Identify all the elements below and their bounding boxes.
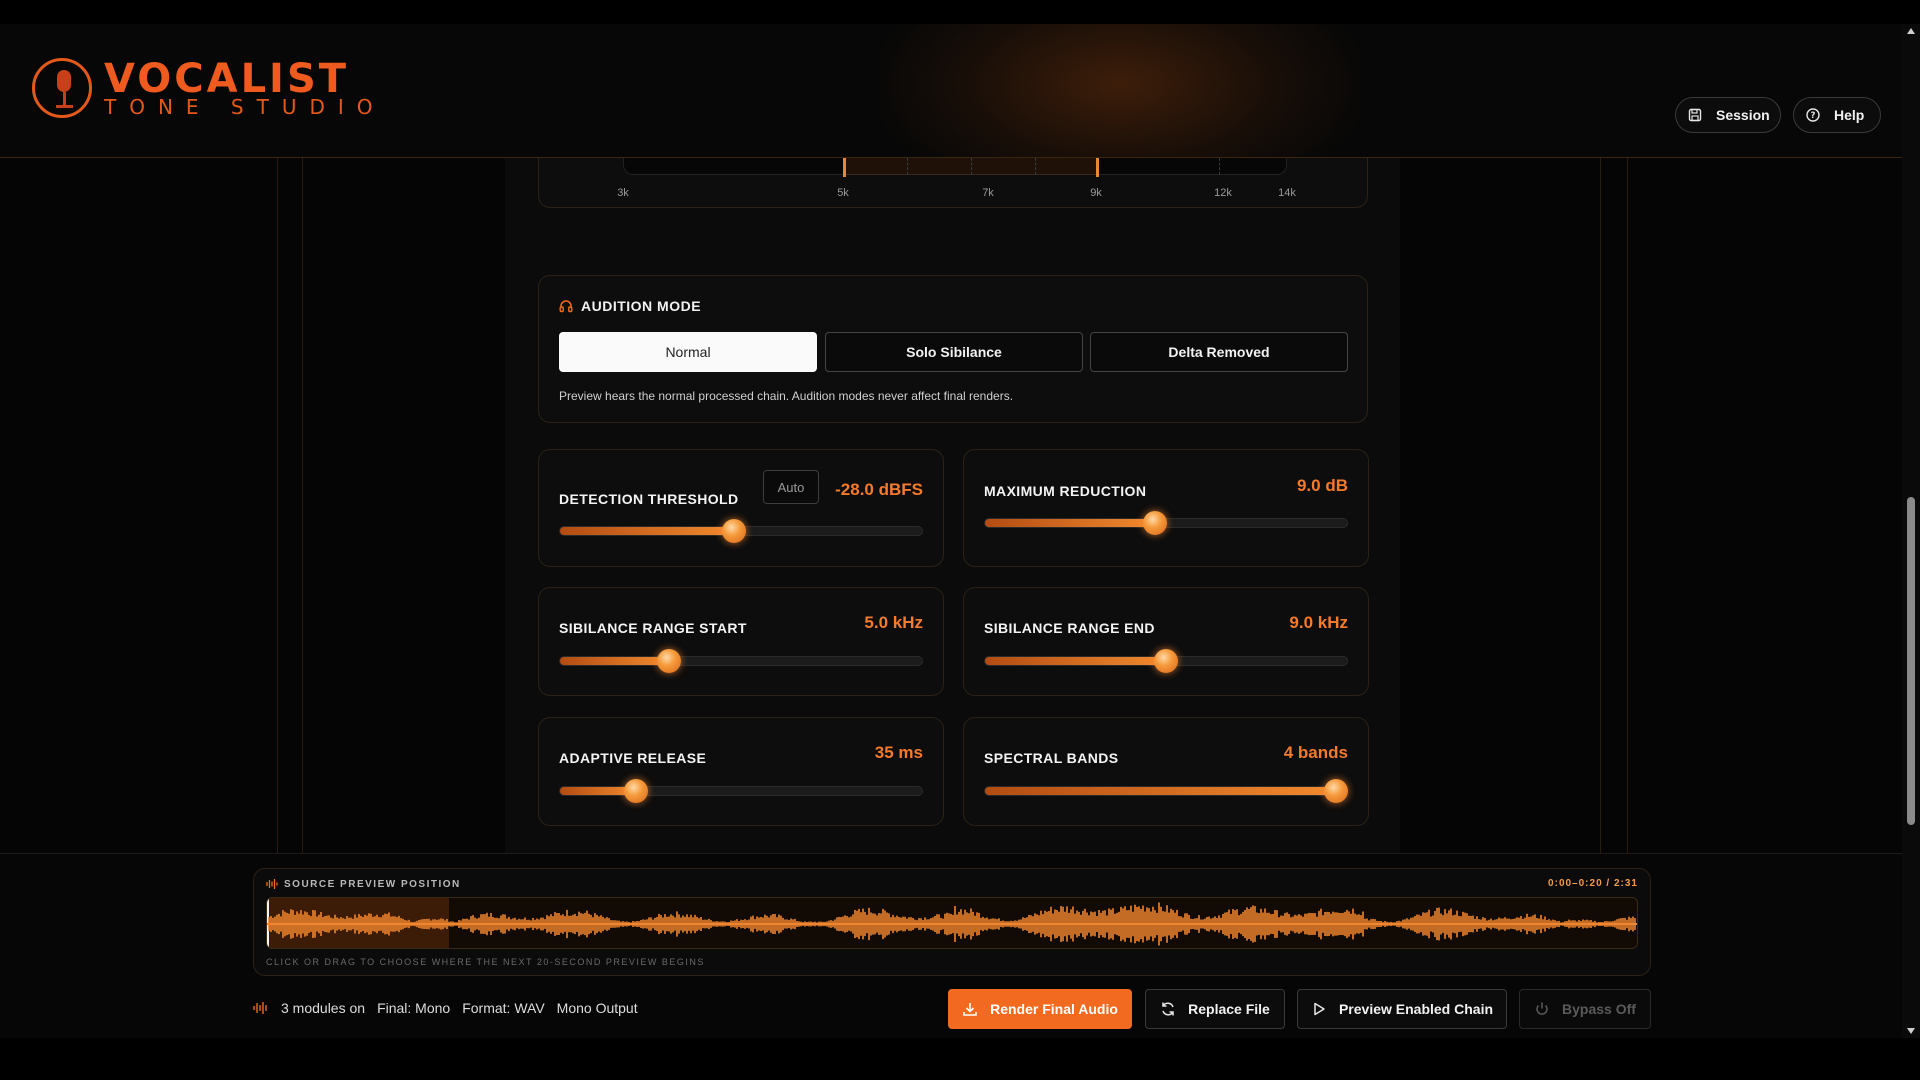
maximum-reduction-card: MAXIMUM REDUCTION 9.0 dB — [963, 449, 1369, 567]
range-end-slider[interactable] — [984, 649, 1348, 673]
audition-mode-card: AUDITION MODE Normal Solo Sibilance Delt… — [538, 275, 1368, 423]
bypass-toggle-button[interactable]: Bypass Off — [1519, 989, 1651, 1029]
sibilance-range-start-card: SIBILANCE RANGE START 5.0 kHz — [538, 587, 944, 696]
preview-enabled-chain-button[interactable]: Preview Enabled Chain — [1297, 989, 1507, 1029]
adaptive-release-card: ADAPTIVE RELEASE 35 ms — [538, 717, 944, 826]
help-circle-icon: ? — [1806, 108, 1820, 122]
range-start-marker[interactable] — [843, 158, 846, 177]
band-divider — [1219, 158, 1220, 175]
waveform-scrubber[interactable] — [266, 897, 1638, 949]
range-start-value: 5.0 kHz — [864, 613, 923, 632]
spectral-bands-slider[interactable] — [984, 779, 1349, 803]
range-start-label: SIBILANCE RANGE START — [559, 620, 747, 636]
spectral-bands-value: 4 bands — [1283, 743, 1348, 762]
adaptive-release-label: ADAPTIVE RELEASE — [559, 750, 707, 766]
bottom-dock: SOURCE PREVIEW POSITION 0:00–0:20 / 2:31… — [0, 853, 1902, 1038]
scroll-down-arrow[interactable] — [1907, 1028, 1915, 1034]
scroll-up-arrow[interactable] — [1907, 28, 1915, 34]
frequency-tick-label: 5k — [837, 187, 849, 199]
source-preview-card: SOURCE PREVIEW POSITION 0:00–0:20 / 2:31… — [253, 868, 1651, 976]
headphones-icon — [559, 299, 573, 313]
sibilance-range-end-card: SIBILANCE RANGE END 9.0 kHz — [963, 587, 1369, 696]
power-icon — [1534, 1001, 1550, 1017]
preview-time: 0:00–0:20 / 2:31 — [1548, 878, 1638, 889]
refresh-icon — [1160, 1001, 1176, 1017]
microphone-icon — [32, 58, 92, 118]
slider-thumb[interactable] — [656, 649, 681, 673]
logo: VOCALIST TONE STUDIO — [32, 56, 386, 120]
preview-hint: CLICK OR DRAG TO CHOOSE WHERE THE NEXT 2… — [266, 957, 705, 967]
help-button[interactable]: ? Help — [1793, 97, 1881, 133]
adaptive-release-slider[interactable] — [559, 779, 923, 803]
help-label: Help — [1834, 107, 1865, 123]
app-header: VOCALIST TONE STUDIO Session ? Help — [0, 24, 1902, 158]
output-channels: Mono Output — [556, 1000, 638, 1016]
svg-text:?: ? — [1811, 111, 1816, 121]
final-mode: Final: Mono — [377, 1000, 451, 1016]
slider-thumb[interactable] — [1324, 779, 1349, 803]
maximum-reduction-slider[interactable] — [984, 511, 1348, 535]
audition-option-normal[interactable]: Normal — [559, 332, 817, 372]
waveform-icon — [266, 878, 278, 890]
header-glow — [880, 24, 1360, 157]
vertical-scrollbar[interactable] — [1902, 24, 1920, 1038]
frequency-range-card: 3k 5k 7k 9k 12k 14k — [538, 158, 1368, 208]
frequency-tick-label: 9k — [1090, 187, 1102, 199]
maximum-reduction-label: MAXIMUM REDUCTION — [984, 483, 1147, 499]
audition-option-solo-sibilance[interactable]: Solo Sibilance — [825, 332, 1083, 372]
save-icon — [1688, 108, 1702, 122]
audition-note: Preview hears the normal processed chain… — [559, 389, 1014, 403]
status-bar: 3 modules on Final: Mono Format: WAV Mon… — [253, 1000, 650, 1016]
session-button[interactable]: Session — [1675, 97, 1781, 133]
column-divider — [1627, 158, 1628, 853]
range-start-slider[interactable] — [559, 649, 923, 673]
logo-subtitle: TONE STUDIO — [104, 95, 386, 119]
session-label: Session — [1716, 107, 1770, 123]
render-final-audio-button[interactable]: Render Final Audio — [948, 989, 1132, 1029]
top-letterbox — [0, 0, 1920, 24]
output-format: Format: WAV — [462, 1000, 545, 1016]
range-end-label: SIBILANCE RANGE END — [984, 620, 1155, 636]
adaptive-release-value: 35 ms — [874, 743, 923, 762]
audition-option-delta-removed[interactable]: Delta Removed — [1090, 332, 1348, 372]
band-divider — [907, 158, 908, 175]
waveform-status-icon — [253, 1001, 269, 1015]
range-end-value: 9.0 kHz — [1289, 613, 1348, 632]
column-divider — [302, 158, 303, 853]
scroll-thumb[interactable] — [1907, 497, 1915, 825]
band-divider — [1035, 158, 1036, 175]
slider-thumb[interactable] — [1143, 511, 1168, 535]
range-end-marker[interactable] — [1096, 158, 1099, 177]
waveform-graphic — [267, 902, 1637, 946]
frequency-tick-label: 7k — [982, 187, 994, 199]
detection-threshold-slider[interactable] — [559, 519, 923, 543]
maximum-reduction-value: 9.0 dB — [1296, 476, 1348, 495]
band-divider — [971, 158, 972, 175]
frequency-tick-label: 3k — [617, 187, 629, 199]
frequency-tick-label: 14k — [1278, 187, 1296, 199]
column-divider — [277, 158, 278, 853]
main-scroll-area[interactable]: 3k 5k 7k 9k 12k 14k AUDITION MODE Normal Solo… — [0, 158, 1902, 853]
frequency-tick-label: 12k — [1214, 187, 1232, 199]
frequency-plot[interactable] — [623, 158, 1287, 177]
detection-threshold-label: DETECTION THRESHOLD — [559, 491, 739, 507]
detection-threshold-value: -28.0 dBFS — [835, 480, 923, 499]
download-icon — [962, 1001, 978, 1017]
preview-title: SOURCE PREVIEW POSITION — [266, 878, 461, 890]
logo-title: VOCALIST — [104, 56, 350, 102]
detection-threshold-card: DETECTION THRESHOLD Auto -28.0 dBFS — [538, 449, 944, 567]
slider-thumb[interactable] — [1154, 649, 1178, 673]
slider-thumb[interactable] — [624, 779, 649, 803]
column-divider — [1600, 158, 1601, 853]
spectral-bands-label: SPECTRAL BANDS — [984, 750, 1119, 766]
bottom-letterbox — [0, 1038, 1920, 1080]
modules-count: 3 modules on — [281, 1000, 366, 1016]
auto-threshold-button[interactable]: Auto — [763, 470, 819, 504]
spectral-bands-card: SPECTRAL BANDS 4 bands — [963, 717, 1369, 826]
audition-title: AUDITION MODE — [559, 298, 701, 314]
play-icon — [1311, 1001, 1327, 1017]
replace-file-button[interactable]: Replace File — [1145, 989, 1285, 1029]
slider-thumb[interactable] — [721, 519, 746, 543]
